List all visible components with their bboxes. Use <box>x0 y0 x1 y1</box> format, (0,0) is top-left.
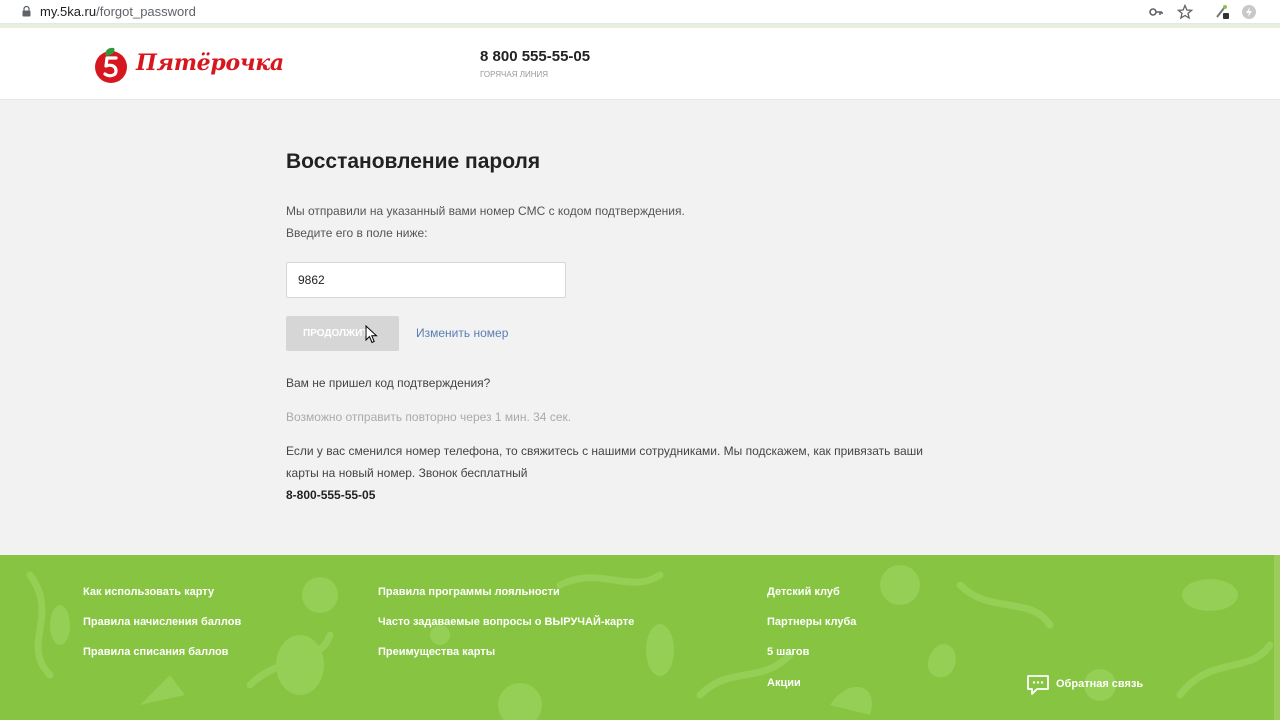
site-header: Пятёрочка 8 800 555-55-05 ГОРЯЧАЯ ЛИНИЯ <box>0 28 1280 100</box>
chat-icon <box>1027 675 1049 695</box>
page-title: Восстановление пароля <box>286 150 541 173</box>
logo-text: Пятёрочка <box>136 50 284 76</box>
logo-mark-icon <box>95 47 127 83</box>
no-code-question: Вам не пришел код подтверждения? <box>286 376 491 390</box>
logo[interactable]: Пятёрочка <box>92 44 284 84</box>
url-path: /forgot_password <box>96 4 196 19</box>
feedback-label: Обратная связь <box>1056 678 1144 690</box>
instruction-text-2: Введите его в поле ниже: <box>286 226 428 240</box>
hotline-phone[interactable]: 8 800 555-55-05 <box>480 48 590 65</box>
cursor-icon <box>365 325 378 344</box>
footer-link-how-to-use-card[interactable]: Как использовать карту <box>83 586 214 598</box>
url-host: my.5ka.ru <box>40 4 97 19</box>
star-icon[interactable] <box>1177 4 1193 20</box>
extension-icon[interactable] <box>1214 4 1230 20</box>
url-field[interactable]: my.5ka.ru/forgot_password <box>40 4 196 19</box>
footer-link-spending-rules[interactable]: Правила списания баллов <box>83 646 228 658</box>
footer-link-club-partners[interactable]: Партнеры клуба <box>767 616 856 628</box>
key-icon[interactable] <box>1148 4 1164 20</box>
lock-icon <box>22 6 31 17</box>
footer-link-card-benefits[interactable]: Преимущества карты <box>378 646 495 658</box>
change-number-link[interactable]: Изменить номер <box>416 326 508 340</box>
footer-link-5-steps[interactable]: 5 шагов <box>767 646 809 658</box>
sms-code-input[interactable] <box>286 262 566 298</box>
footer-link-earning-rules[interactable]: Правила начисления баллов <box>83 616 241 628</box>
shield-icon[interactable] <box>1241 4 1257 20</box>
changed-number-text: Если у вас сменился номер телефона, то с… <box>286 444 923 458</box>
footer-link-loyalty-rules[interactable]: Правила программы лояльности <box>378 586 560 598</box>
changed-number-text-2: карты на новый номер. Звонок бесплатный <box>286 466 528 480</box>
footer-link-faq[interactable]: Часто задаваемые вопросы о ВЫРУЧАЙ-карте <box>378 616 634 628</box>
continue-button[interactable]: Продолжить <box>286 316 399 351</box>
footer <box>0 555 1274 720</box>
resend-countdown: Возможно отправить повторно через 1 мин.… <box>286 410 572 424</box>
footer-link-kids-club[interactable]: Детский клуб <box>767 586 840 598</box>
footer-food-pattern <box>26 565 1274 720</box>
browser-address-bar: my.5ka.ru/forgot_password <box>0 0 1280 24</box>
footer-link-promotions[interactable]: Акции <box>767 677 801 689</box>
scrollbar[interactable] <box>1274 555 1280 720</box>
hotline-label: ГОРЯЧАЯ ЛИНИЯ <box>480 70 549 79</box>
contact-phone: 8-800-555-55-05 <box>286 488 376 502</box>
instruction-text: Мы отправили на указанный вами номер СМС… <box>286 204 685 218</box>
